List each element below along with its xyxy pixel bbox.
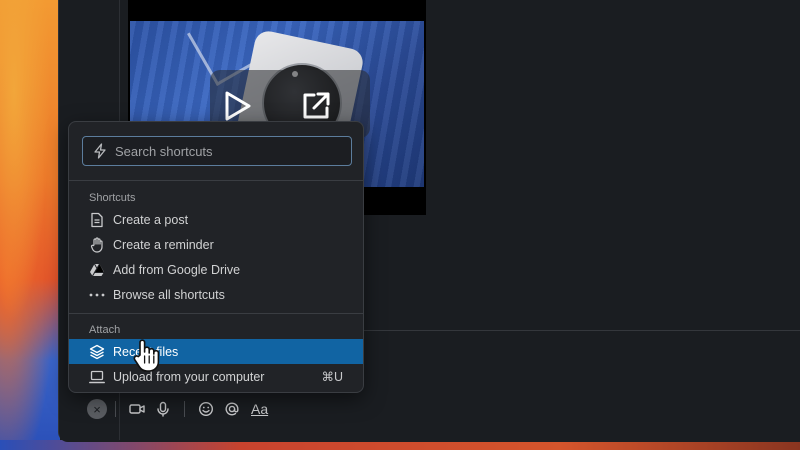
more-dots-icon bbox=[89, 287, 105, 303]
section-heading-shortcuts: Shortcuts bbox=[89, 192, 136, 204]
menu-item-label: Browse all shortcuts bbox=[113, 287, 225, 302]
document-icon bbox=[89, 212, 105, 228]
lightning-icon bbox=[94, 143, 106, 159]
shortcuts-search-input[interactable] bbox=[115, 143, 335, 159]
keyboard-shortcut: ⌘U bbox=[321, 370, 343, 384]
microphone-icon[interactable] bbox=[155, 401, 171, 417]
section-heading-attach: Attach bbox=[89, 324, 121, 336]
composer-toolbar: × Aa bbox=[82, 395, 382, 423]
toolbar-separator bbox=[184, 401, 185, 417]
close-shortcuts-button[interactable]: × bbox=[87, 399, 107, 419]
laptop-icon bbox=[89, 369, 105, 385]
open-external-icon[interactable] bbox=[298, 88, 334, 124]
menu-divider bbox=[69, 313, 363, 314]
hand-pointer-cursor bbox=[133, 339, 160, 372]
menu-item-google-drive[interactable]: Add from Google Drive bbox=[69, 257, 363, 282]
menu-item-label: Create a reminder bbox=[113, 237, 214, 252]
menu-item-label: Add from Google Drive bbox=[113, 262, 241, 277]
toolbar-separator bbox=[115, 401, 116, 417]
menu-divider bbox=[69, 180, 363, 181]
menu-item-recent-files[interactable]: Recent files bbox=[69, 339, 363, 364]
google-drive-icon bbox=[89, 262, 105, 278]
menu-item-label: Create a post bbox=[113, 212, 189, 227]
shortcuts-search[interactable] bbox=[82, 136, 352, 166]
menu-item-create-reminder[interactable]: Create a reminder bbox=[69, 232, 363, 257]
emoji-icon[interactable] bbox=[198, 401, 214, 417]
mention-icon[interactable] bbox=[224, 401, 240, 417]
menu-item-upload-computer[interactable]: Upload from your computer ⌘U bbox=[69, 364, 363, 389]
menu-item-create-post[interactable]: Create a post bbox=[69, 207, 363, 232]
play-icon[interactable] bbox=[218, 88, 254, 124]
menu-item-browse-shortcuts[interactable]: Browse all shortcuts bbox=[69, 282, 363, 307]
layers-icon bbox=[89, 344, 105, 360]
video-camera-icon[interactable] bbox=[129, 401, 145, 417]
hand-icon bbox=[89, 236, 105, 253]
formatting-button[interactable]: Aa bbox=[251, 401, 268, 417]
shortcuts-menu: Shortcuts Create a post Create a reminde… bbox=[68, 121, 364, 393]
